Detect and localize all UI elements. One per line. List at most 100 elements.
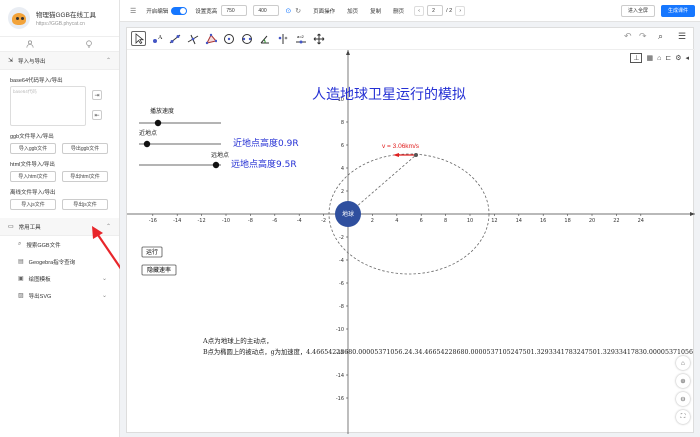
y-axis-ticks: 108642-2-4-6-8-10-12-14-16 bbox=[336, 97, 348, 402]
section-import-export-label: 导入与导出 bbox=[18, 58, 46, 65]
perigee-text: 近地点高度0.9R bbox=[233, 137, 299, 149]
size-label: 设置宽高 bbox=[195, 8, 218, 15]
velocity-arrow-icon bbox=[393, 153, 399, 157]
fullscreen-button[interactable]: 进入全屏 bbox=[620, 4, 655, 17]
import-ggb-button[interactable]: 导入ggb文件 bbox=[10, 143, 56, 154]
applet-title: 人造地球卫星运行的模拟 bbox=[312, 87, 466, 103]
tool-export-svg[interactable]: ▨ 导出SVG ⌄ bbox=[0, 287, 119, 304]
export-html-button[interactable]: 导出html文件 bbox=[62, 171, 108, 182]
home-icon[interactable]: ⌂ bbox=[676, 356, 690, 370]
base64-import-button[interactable]: ⇥ bbox=[92, 90, 102, 100]
note-line-2: B点为椭圆上的被动点，g为加速度，4.46654228680.000053710… bbox=[203, 347, 693, 356]
y-tick-label: -14 bbox=[336, 373, 344, 379]
edit-label: 开启编辑 bbox=[146, 8, 169, 15]
x-tick-label: -10 bbox=[222, 218, 230, 224]
import-js-button[interactable]: 导入js文件 bbox=[10, 199, 56, 210]
circle-icon[interactable] bbox=[221, 31, 236, 46]
graphics-view[interactable]: -16 -14 -12 -10 -8 -6 -4 -2 2 4 6 8 10 12 14 16 18 20 22 24… bbox=[127, 50, 695, 434]
polygon-icon[interactable] bbox=[203, 31, 218, 46]
x-tick-label: -16 bbox=[149, 218, 157, 224]
move-arrow-icon[interactable] bbox=[131, 31, 146, 46]
x-tick-label: 22 bbox=[613, 218, 619, 224]
x-tick-label: 16 bbox=[540, 218, 546, 224]
reset-icon[interactable]: ↻ bbox=[295, 7, 301, 15]
next-page-button[interactable]: › bbox=[455, 5, 466, 16]
x-tick-label: 18 bbox=[564, 218, 570, 224]
x-tick-label: 12 bbox=[491, 218, 497, 224]
base64-textarea[interactable]: base64代码 bbox=[10, 86, 86, 126]
search-icon[interactable]: ⌕ bbox=[658, 31, 663, 42]
undo-icon[interactable]: ↶ bbox=[624, 31, 632, 42]
ellipse-icon[interactable] bbox=[239, 31, 254, 46]
angle-icon[interactable] bbox=[257, 31, 272, 46]
slider-icon[interactable]: a=2 bbox=[293, 31, 308, 46]
page-total: / 2 bbox=[446, 7, 453, 14]
app-url: https://GGB.phycat.cn bbox=[36, 21, 85, 27]
redo-icon[interactable]: ↷ bbox=[639, 31, 647, 42]
tool-label: 搜索GGB文件 bbox=[26, 242, 61, 249]
x-tick-label: 4 bbox=[395, 218, 398, 224]
move-view-icon[interactable] bbox=[311, 31, 326, 46]
export-js-button[interactable]: 导出js文件 bbox=[62, 199, 108, 210]
y-tick-label: 2 bbox=[341, 189, 344, 195]
prev-page-button[interactable]: ‹ bbox=[414, 5, 425, 16]
html-label: html文件导入/导出 bbox=[10, 162, 55, 168]
sidebar: 物理猫GGB在线工具 https://GGB.phycat.cn ⇲ 导入与导出… bbox=[0, 0, 120, 437]
delete-page-link[interactable]: 删页 bbox=[393, 7, 404, 15]
width-input[interactable]: 750 bbox=[221, 5, 248, 16]
x-axis-arrow-icon bbox=[690, 212, 695, 216]
apogee-slider-handle[interactable] bbox=[212, 161, 220, 169]
hide-speed-button-label: 隐藏速率 bbox=[147, 266, 171, 274]
app-title: 物理猫GGB在线工具 bbox=[36, 12, 96, 19]
zoom-out-icon[interactable]: ⊖ bbox=[676, 392, 690, 406]
reflect-icon[interactable] bbox=[275, 31, 290, 46]
search-icon: ⌕ bbox=[18, 241, 22, 247]
x-tick-label: -12 bbox=[198, 218, 206, 224]
x-tick-label: -14 bbox=[173, 218, 181, 224]
menu-icon[interactable]: ☰ bbox=[130, 7, 136, 15]
line-icon[interactable] bbox=[167, 31, 182, 46]
generate-button[interactable]: 生成课件 bbox=[660, 4, 695, 17]
import-icon: ⇲ bbox=[8, 58, 14, 64]
apply-size-icon[interactable]: ⊙ bbox=[285, 7, 291, 15]
import-html-button[interactable]: 导入html文件 bbox=[10, 171, 56, 182]
note-line-1: A点为地球上的主动点， bbox=[202, 336, 273, 345]
tool-label: 导出SVG bbox=[28, 293, 52, 300]
height-input[interactable]: 400 bbox=[253, 5, 280, 16]
edit-toggle[interactable] bbox=[171, 6, 188, 15]
svg-text:A: A bbox=[158, 35, 163, 41]
geogebra-toolbar: A a=2 ↶ ↷ ⌕ ☰ bbox=[127, 28, 695, 50]
image-icon: ▣ bbox=[18, 276, 24, 282]
user-icon[interactable] bbox=[0, 37, 60, 51]
menu-icon[interactable]: ☰ bbox=[678, 31, 686, 42]
sidebar-tabs bbox=[0, 36, 119, 52]
svg-text:a=2: a=2 bbox=[297, 34, 305, 39]
fullscreen-icon[interactable]: ⛶ bbox=[676, 410, 690, 424]
apogee-slider-label: 远地点 bbox=[211, 151, 229, 159]
y-tick-label: -16 bbox=[336, 396, 344, 402]
x-tick-label: -6 bbox=[272, 218, 277, 224]
y-tick-label: 4 bbox=[341, 166, 344, 172]
page-input[interactable]: 2 bbox=[427, 5, 444, 16]
lightbulb-icon[interactable] bbox=[60, 37, 120, 51]
cat-logo-icon bbox=[8, 7, 30, 29]
speed-slider-handle[interactable] bbox=[154, 119, 162, 127]
tool-label: Geogebra指令查询 bbox=[28, 259, 76, 266]
x-tick-label: 14 bbox=[516, 218, 522, 224]
earth-label: 地球 bbox=[342, 210, 354, 218]
perpendicular-icon[interactable] bbox=[185, 31, 200, 46]
offline-label: 离线文件导入/导出 bbox=[10, 190, 56, 196]
copy-page-link[interactable]: 复制 bbox=[370, 7, 381, 15]
brand: 物理猫GGB在线工具 https://GGB.phycat.cn bbox=[0, 0, 119, 36]
tool-label: 绘图模板 bbox=[28, 276, 51, 283]
zoom-in-icon[interactable]: ⊕ bbox=[676, 374, 690, 388]
base64-export-button[interactable]: ⇤ bbox=[92, 110, 102, 120]
add-page-link[interactable]: 加页 bbox=[347, 7, 358, 15]
perigee-slider-handle[interactable] bbox=[143, 140, 151, 148]
y-tick-label: -10 bbox=[336, 327, 344, 333]
satellite-point[interactable] bbox=[414, 153, 418, 157]
velocity-label: v = 3.06km/s bbox=[382, 143, 420, 150]
section-import-export[interactable]: ⇲ 导入与导出 ⌃ bbox=[0, 52, 119, 70]
point-icon[interactable]: A bbox=[149, 31, 164, 46]
export-ggb-button[interactable]: 导出ggb文件 bbox=[62, 143, 108, 154]
